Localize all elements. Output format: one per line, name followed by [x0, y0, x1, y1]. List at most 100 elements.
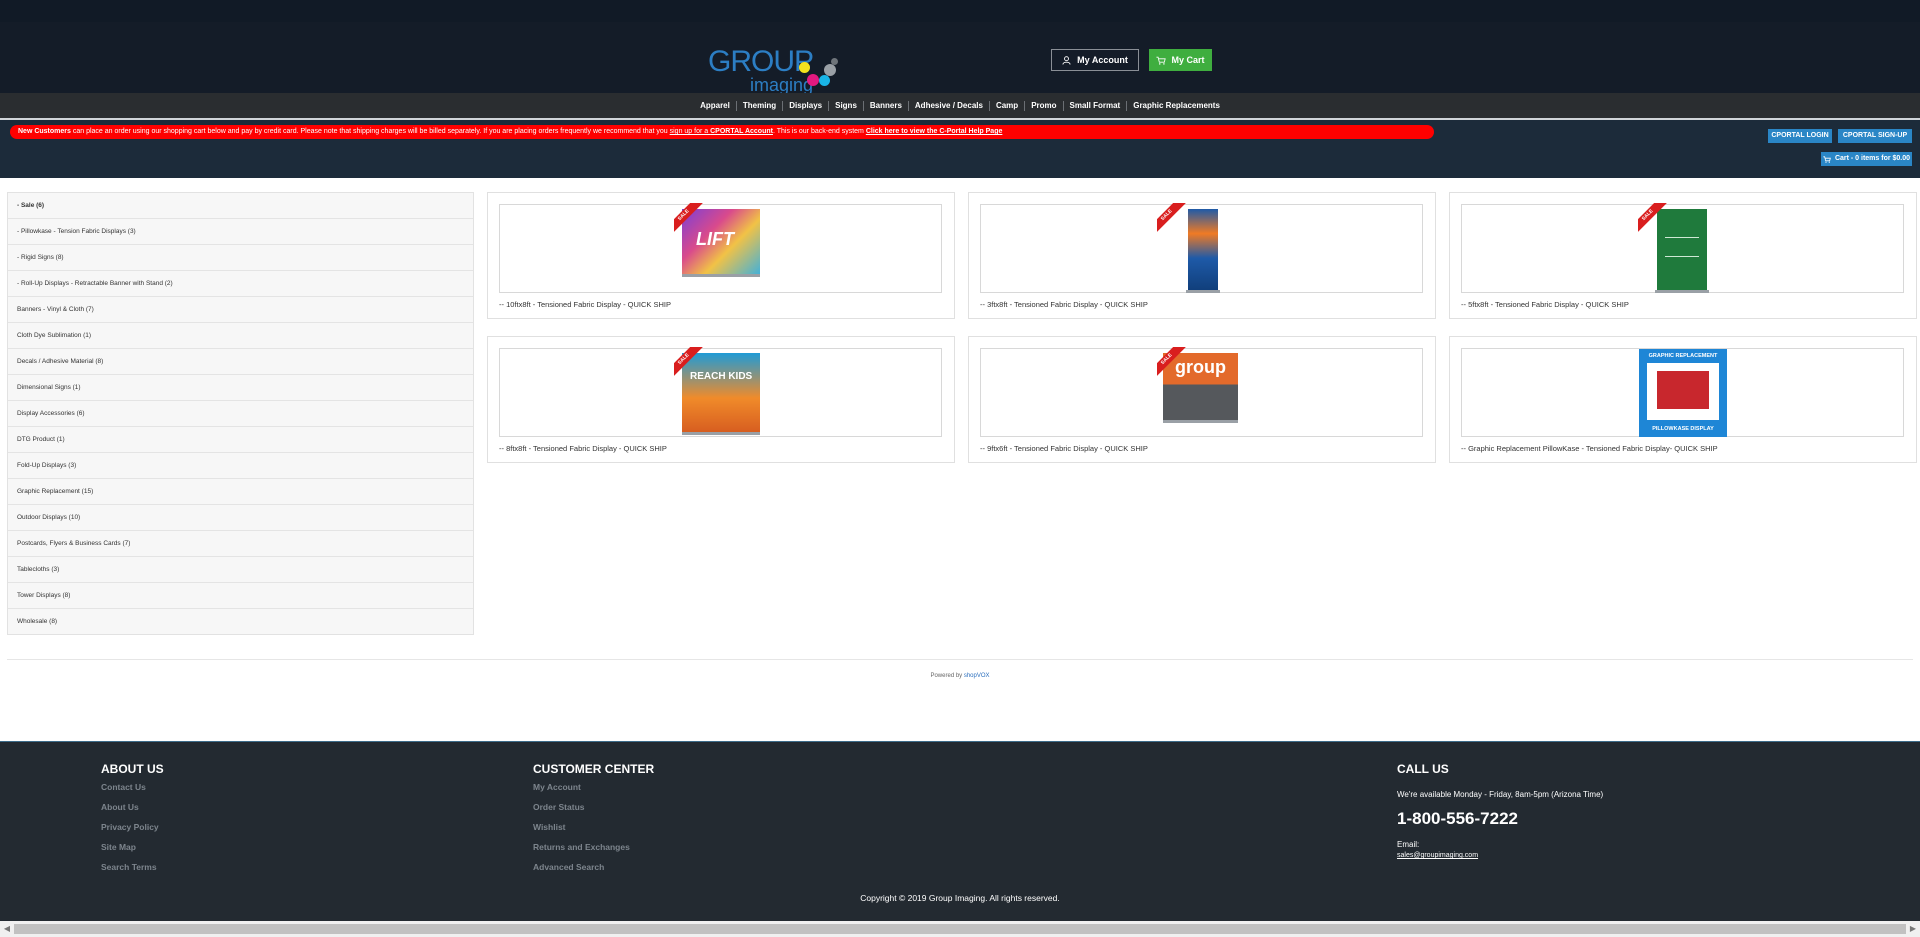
product-image-frame[interactable]: SALE	[980, 203, 1423, 293]
category-sidebar: - Sale (6) - Pillowkase - Tension Fabric…	[7, 192, 474, 635]
customer-center-title: CUSTOMER CENTER	[533, 762, 655, 776]
sale-ribbon: SALE	[1157, 347, 1189, 379]
nav-camp[interactable]: Camp	[988, 100, 1024, 111]
footer-link-order-status[interactable]: Order Status	[533, 802, 585, 812]
cportal-signup-button[interactable]: CPORTAL SIGN-UP	[1838, 129, 1912, 143]
product-title[interactable]: -- 10ftx8ft - Tensioned Fabric Display -…	[499, 300, 671, 309]
shopvox-link[interactable]: shopVOX	[964, 673, 990, 679]
sidebar-item-rigid-signs[interactable]: - Rigid Signs (8)	[8, 245, 473, 271]
display-stand-icon	[1186, 290, 1220, 293]
product-image-frame[interactable]: REACH KIDS SALE	[499, 347, 942, 437]
product-art-top: GRAPHIC REPLACEMENT	[1648, 353, 1718, 359]
display-stand-icon	[1163, 420, 1238, 423]
product-title[interactable]: -- 3ftx8ft - Tensioned Fabric Display - …	[980, 300, 1148, 309]
footer-link-advanced-search[interactable]: Advanced Search	[533, 862, 604, 872]
sidebar-item-banners[interactable]: Banners - Vinyl & Cloth (7)	[8, 297, 473, 323]
copyright: Copyright © 2019 Group Imaging. All righ…	[860, 893, 1060, 903]
product-image-frame[interactable]: GRAPHIC REPLACEMENT PILLOWKASE DISPLAY	[1461, 348, 1904, 437]
display-stand-icon	[682, 432, 760, 435]
product-card: LIFT SALE -- 10ftx8ft - Tensioned Fabric…	[487, 192, 955, 319]
footer-link-wishlist[interactable]: Wishlist	[533, 822, 566, 832]
site-header: GROUP imaging My Account My Cart	[0, 22, 1920, 95]
nav-graphic-replacements[interactable]: Graphic Replacements	[1126, 100, 1226, 111]
nav-banners[interactable]: Banners	[862, 100, 908, 111]
product-card: GRAPHIC REPLACEMENT PILLOWKASE DISPLAY -…	[1449, 336, 1917, 463]
product-title[interactable]: -- 5ftx8ft - Tensioned Fabric Display - …	[1461, 300, 1629, 309]
sidebar-item-dtg-product[interactable]: DTG Product (1)	[8, 427, 473, 453]
sidebar-item-cloth-dye-sublimation[interactable]: Cloth Dye Sublimation (1)	[8, 323, 473, 349]
phone-number[interactable]: 1-800-556-7222	[1397, 809, 1518, 829]
scroll-left-icon[interactable]: ◀	[2, 923, 12, 935]
sidebar-item-decals[interactable]: Decals / Adhesive Material (8)	[8, 349, 473, 375]
my-cart-label: My Cart	[1171, 55, 1205, 65]
sidebar-item-roll-up-displays[interactable]: - Roll-Up Displays - Retractable Banner …	[8, 271, 473, 297]
nav-signs[interactable]: Signs	[828, 100, 863, 111]
powered-by-prefix: Powered by	[930, 673, 964, 679]
nav-displays[interactable]: Displays	[782, 100, 828, 111]
content-divider	[7, 659, 1913, 660]
new-customer-notice: New Customers can place an order using o…	[10, 125, 1434, 139]
signup-link[interactable]: sign up for a	[670, 128, 710, 135]
nav-promo[interactable]: Promo	[1024, 100, 1062, 111]
sidebar-item-tablecloths[interactable]: Tablecloths (3)	[8, 557, 473, 583]
sidebar-item-tower-displays[interactable]: Tower Displays (8)	[8, 583, 473, 609]
cportal-account-link[interactable]: CPORTAL Account	[710, 128, 773, 135]
product-image-frame[interactable]: LIFT SALE	[499, 203, 942, 293]
about-us-title: ABOUT US	[101, 762, 164, 776]
cportal-login-button[interactable]: CPORTAL LOGIN	[1768, 129, 1832, 143]
sidebar-item-graphic-replacement[interactable]: Graphic Replacement (15)	[8, 479, 473, 505]
sidebar-item-display-accessories[interactable]: Display Accessories (6)	[8, 401, 473, 427]
logo-ball-magenta	[807, 74, 819, 86]
footer-link-about-us[interactable]: About Us	[101, 802, 139, 812]
scroll-right-icon[interactable]: ▶	[1908, 923, 1918, 935]
notice-text-2: . This is our back-end system	[772, 128, 866, 135]
sale-ribbon-label: SALE	[1157, 203, 1186, 235]
sidebar-item-pillowkase[interactable]: - Pillowkase - Tension Fabric Displays (…	[8, 219, 473, 245]
horizontal-scrollbar[interactable]: ◀ ▶	[0, 921, 1920, 937]
user-icon	[1062, 55, 1071, 65]
footer-link-site-map[interactable]: Site Map	[101, 842, 136, 852]
product-image-frame[interactable]: group SALE	[980, 347, 1423, 437]
product-image-graphic-replacement: GRAPHIC REPLACEMENT PILLOWKASE DISPLAY	[1639, 349, 1727, 437]
product-art-bottom: PILLOWKASE DISPLAY	[1652, 426, 1714, 432]
footer-link-contact-us[interactable]: Contact Us	[101, 782, 146, 792]
cart-summary-label: Cart - 0 items for $0.00	[1834, 155, 1911, 162]
my-account-label: My Account	[1077, 55, 1128, 65]
product-title[interactable]: -- 9ftx6ft - Tensioned Fabric Display - …	[980, 444, 1148, 453]
sale-ribbon: SALE	[1638, 203, 1670, 235]
product-art-lines	[1665, 237, 1699, 257]
sidebar-item-sale[interactable]: - Sale (6)	[8, 193, 473, 219]
my-account-button[interactable]: My Account	[1051, 49, 1139, 71]
sidebar-item-outdoor-displays[interactable]: Outdoor Displays (10)	[8, 505, 473, 531]
product-image-frame[interactable]: SALE	[1461, 203, 1904, 293]
scrollbar-thumb[interactable]	[14, 924, 1906, 934]
email-link[interactable]: sales@groupimaging.com	[1397, 852, 1478, 859]
nav-apparel[interactable]: Apparel	[694, 101, 736, 111]
my-cart-button[interactable]: My Cart	[1149, 49, 1212, 71]
cart-summary-button[interactable]: Cart - 0 items for $0.00	[1821, 152, 1912, 166]
sidebar-item-postcards[interactable]: Postcards, Flyers & Business Cards (7)	[8, 531, 473, 557]
sale-ribbon-label: SALE	[1157, 347, 1186, 379]
footer-link-search-terms[interactable]: Search Terms	[101, 862, 157, 872]
notice-text-1: can place an order using our shopping ca…	[70, 128, 670, 135]
product-card: REACH KIDS SALE -- 8ftx8ft - Tensioned F…	[487, 336, 955, 463]
product-card: SALE -- 5ftx8ft - Tensioned Fabric Displ…	[1449, 192, 1917, 319]
nav-theming[interactable]: Theming	[735, 100, 782, 111]
notice-lead: New Customers	[18, 128, 71, 135]
nav-small-format[interactable]: Small Format	[1062, 100, 1127, 111]
nav-adhesive-decals[interactable]: Adhesive / Decals	[907, 100, 989, 111]
footer-link-my-account[interactable]: My Account	[533, 782, 581, 792]
footer-link-returns[interactable]: Returns and Exchanges	[533, 842, 630, 852]
sidebar-item-wholesale[interactable]: Wholesale (8)	[8, 609, 473, 634]
main-nav: Apparel Theming Displays Signs Banners A…	[0, 93, 1920, 118]
notice-area: New Customers can place an order using o…	[0, 118, 1920, 178]
footer-link-privacy-policy[interactable]: Privacy Policy	[101, 822, 159, 832]
sale-ribbon-label: SALE	[674, 347, 703, 379]
cportal-help-link[interactable]: Click here to view the C-Portal Help Pag…	[866, 128, 1003, 135]
display-stand-icon	[682, 274, 760, 277]
product-title[interactable]: -- 8ftx8ft - Tensioned Fabric Display - …	[499, 444, 667, 453]
product-image-3x8	[1186, 209, 1220, 293]
sidebar-item-fold-up-displays[interactable]: Fold-Up Displays (3)	[8, 453, 473, 479]
sidebar-item-dimensional-signs[interactable]: Dimensional Signs (1)	[8, 375, 473, 401]
product-title[interactable]: -- Graphic Replacement PillowKase - Tens…	[1461, 444, 1718, 453]
